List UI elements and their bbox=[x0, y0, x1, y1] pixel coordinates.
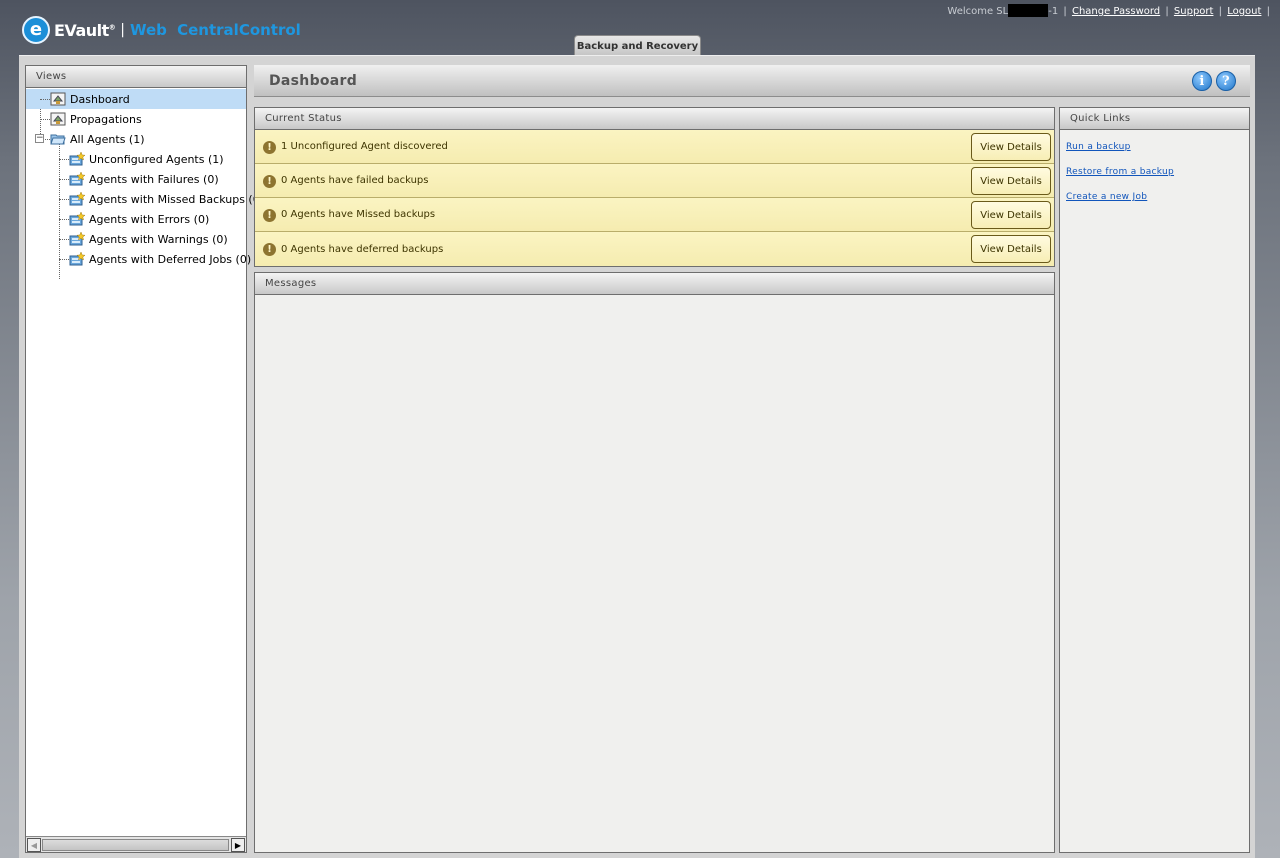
propagations-icon bbox=[50, 112, 66, 126]
logo-divider: | bbox=[120, 22, 125, 38]
agent-folder-icon bbox=[69, 192, 85, 206]
create-job-link[interactable]: Create a new Job bbox=[1066, 192, 1249, 217]
views-horizontal-scrollbar[interactable]: ◀ ▶ bbox=[26, 836, 246, 852]
page-title-bar: Dashboard i ? bbox=[254, 65, 1250, 97]
logo-product-name: Web CentralControl bbox=[129, 21, 301, 39]
tree-item-label: All Agents (1) bbox=[70, 132, 145, 146]
views-panel: Views Dashboard Propagations − All Agent… bbox=[25, 65, 264, 853]
tree-item-label: Agents with Errors (0) bbox=[89, 212, 210, 226]
tree-item-label: Unconfigured Agents (1) bbox=[89, 152, 224, 166]
tree-item-label: Agents with Deferred Jobs (0) bbox=[89, 252, 252, 266]
agent-folder-icon bbox=[69, 212, 85, 226]
logout-link[interactable]: Logout bbox=[1227, 6, 1261, 17]
agent-folder-icon bbox=[69, 232, 85, 246]
tree-item-label: Agents with Warnings (0) bbox=[89, 232, 228, 246]
tree-item-agents-with-errors[interactable]: Agents with Errors (0) bbox=[26, 209, 246, 229]
user-bar: Welcome SL -1 | Change Password | Support… bbox=[947, 4, 1270, 17]
page-title: Dashboard bbox=[269, 72, 358, 89]
tree-item-label: Agents with Failures (0) bbox=[89, 172, 219, 186]
evault-logo-icon: e bbox=[22, 16, 50, 44]
warning-icon: ! bbox=[263, 174, 276, 188]
status-row-failed: ! 0 Agents have failed backups View Deta… bbox=[255, 164, 1054, 198]
agent-folder-icon bbox=[69, 152, 85, 166]
views-tree: Dashboard Propagations − All Agents (1) … bbox=[26, 88, 264, 279]
quick-links-title: Quick Links bbox=[1060, 108, 1249, 130]
evault-logo: e EVault® | Web CentralControl bbox=[22, 15, 301, 45]
tab-backup-and-recovery[interactable]: Backup and Recovery bbox=[574, 35, 701, 56]
logo-brand: EVault® bbox=[54, 20, 116, 40]
tree-item-all-agents[interactable]: − All Agents (1) bbox=[26, 129, 246, 149]
warning-icon: ! bbox=[263, 140, 276, 154]
folder-open-icon bbox=[50, 134, 66, 145]
tree-item-unconfigured-agents[interactable]: Unconfigured Agents (1) bbox=[26, 149, 246, 169]
tree-item-propagations[interactable]: Propagations bbox=[26, 109, 246, 129]
status-row-unconfigured: ! 1 Unconfigured Agent discovered View D… bbox=[255, 130, 1054, 164]
restore-backup-link[interactable]: Restore from a backup bbox=[1066, 167, 1249, 192]
help-icon[interactable]: ? bbox=[1216, 71, 1236, 91]
views-panel-title: Views bbox=[26, 66, 246, 88]
status-row-deferred: ! 0 Agents have deferred backups View De… bbox=[255, 232, 1054, 266]
dashboard-icon bbox=[50, 92, 66, 106]
info-icon[interactable]: i bbox=[1192, 71, 1212, 91]
tree-item-label: Agents with Missed Backups (0) bbox=[89, 192, 265, 206]
tree-item-dashboard[interactable]: Dashboard bbox=[26, 89, 246, 109]
current-status-title: Current Status bbox=[255, 108, 1054, 130]
change-password-link[interactable]: Change Password bbox=[1072, 6, 1160, 17]
messages-title: Messages bbox=[255, 273, 1054, 295]
welcome-text: Welcome SL bbox=[947, 6, 1009, 17]
tree-item-label: Dashboard bbox=[70, 92, 130, 106]
current-status-panel: Current Status ! 1 Unconfigured Agent di… bbox=[254, 107, 1055, 267]
redacted-username bbox=[1008, 4, 1049, 17]
view-details-button[interactable]: View Details bbox=[971, 133, 1051, 161]
support-link[interactable]: Support bbox=[1174, 6, 1214, 17]
tree-item-agents-with-warnings[interactable]: Agents with Warnings (0) bbox=[26, 229, 246, 249]
welcome-suffix: -1 bbox=[1048, 6, 1059, 17]
status-text: 0 Agents have failed backups bbox=[281, 175, 429, 186]
view-details-button[interactable]: View Details bbox=[971, 201, 1051, 229]
view-details-button[interactable]: View Details bbox=[971, 235, 1051, 263]
messages-panel: Messages bbox=[254, 272, 1055, 853]
quick-links-panel: Quick Links Run a backup Restore from a … bbox=[1059, 107, 1250, 853]
warning-icon: ! bbox=[263, 208, 276, 222]
agent-folder-icon bbox=[69, 252, 85, 266]
collapse-toggle[interactable]: − bbox=[35, 134, 44, 143]
status-text: 0 Agents have deferred backups bbox=[281, 243, 444, 255]
scroll-left-icon[interactable]: ◀ bbox=[27, 838, 41, 852]
tree-item-label: Propagations bbox=[70, 112, 142, 126]
tree-item-agents-with-failures[interactable]: Agents with Failures (0) bbox=[26, 169, 246, 189]
warning-icon: ! bbox=[263, 243, 276, 256]
scrollbar-thumb[interactable] bbox=[42, 839, 229, 851]
status-text: 0 Agents have Missed backups bbox=[281, 209, 436, 220]
status-row-missed: ! 0 Agents have Missed backups View Deta… bbox=[255, 198, 1054, 232]
tree-item-agents-with-deferred-jobs[interactable]: Agents with Deferred Jobs (0) bbox=[26, 249, 251, 269]
tree-item-agents-with-missed-backups[interactable]: Agents with Missed Backups (0) bbox=[26, 189, 264, 209]
status-text: 1 Unconfigured Agent discovered bbox=[281, 141, 448, 152]
scroll-right-icon[interactable]: ▶ bbox=[231, 838, 245, 852]
view-details-button[interactable]: View Details bbox=[971, 167, 1051, 195]
agent-folder-icon bbox=[69, 172, 85, 186]
run-backup-link[interactable]: Run a backup bbox=[1066, 142, 1249, 167]
